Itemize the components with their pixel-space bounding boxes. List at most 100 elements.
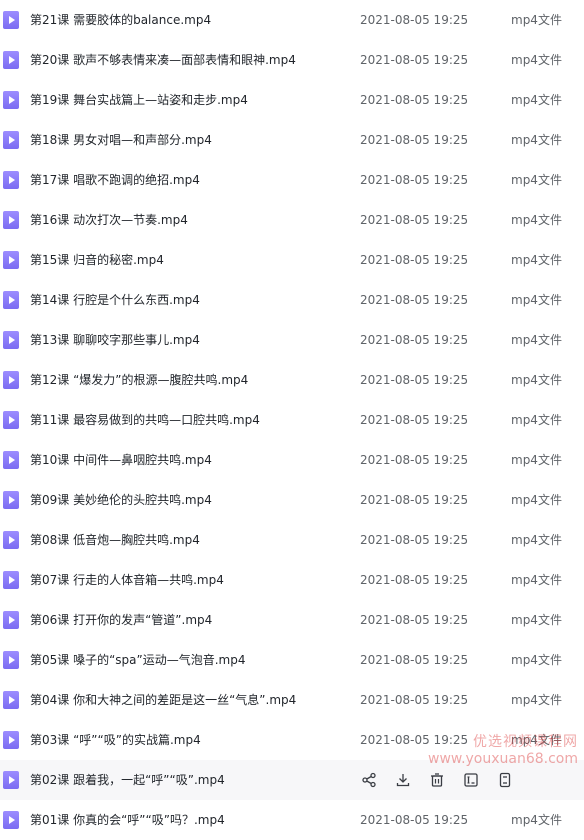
file-modified-date: 2021-08-05 19:25 — [360, 453, 469, 467]
file-type: mp4文件 — [511, 93, 562, 107]
video-file-icon — [3, 11, 19, 29]
file-modified-date: 2021-08-05 19:25 — [360, 653, 469, 667]
file-name[interactable]: 第07课 行走的人体音箱—共鸣.mp4 — [30, 571, 224, 589]
watermark-url: www.youxuan68.com — [428, 751, 579, 767]
file-name[interactable]: 第08课 低音炮—胸腔共鸣.mp4 — [30, 531, 200, 549]
file-row[interactable]: 第20课 歌声不够表情来凑—面部表情和眼神.mp4 2021-08-05 19:2… — [0, 40, 584, 80]
file-type: mp4文件 — [511, 213, 562, 227]
file-row[interactable]: 第10课 中间件—鼻咽腔共鸣.mp4 2021-08-05 19:25 mp4文件 — [0, 440, 584, 480]
file-type: mp4文件 — [511, 653, 562, 667]
file-modified-date: 2021-08-05 19:25 — [360, 693, 469, 707]
file-row[interactable]: 第04课 你和大神之间的差距是这一丝“气息”.mp4 2021-08-05 19:… — [0, 680, 584, 720]
file-name[interactable]: 第14课 行腔是个什么东西.mp4 — [30, 291, 200, 309]
video-file-icon — [3, 611, 19, 629]
file-name[interactable]: 第21课 需要胶体的balance.mp4 — [30, 11, 211, 29]
file-row[interactable]: 第17课 唱歌不跑调的绝招.mp4 2021-08-05 19:25 mp4文件 — [0, 160, 584, 200]
file-name[interactable]: 第01课 你真的会“呼”“吸”吗？.mp4 — [30, 811, 225, 829]
video-file-icon — [3, 651, 19, 669]
file-row[interactable]: 第07课 行走的人体音箱—共鸣.mp4 2021-08-05 19:25 mp4文件 — [0, 560, 584, 600]
file-type: mp4文件 — [511, 253, 562, 267]
file-name[interactable]: 第06课 打开你的发声“管道”.mp4 — [30, 611, 212, 629]
file-name[interactable]: 第13课 聊聊咬字那些事儿.mp4 — [30, 331, 200, 349]
row-actions — [360, 770, 530, 790]
more-icon[interactable] — [496, 771, 514, 789]
file-row[interactable]: 第09课 美妙绝伦的头腔共鸣.mp4 2021-08-05 19:25 mp4文件 — [0, 480, 584, 520]
file-row[interactable]: 第13课 聊聊咬字那些事儿.mp4 2021-08-05 19:25 mp4文件 — [0, 320, 584, 360]
video-file-icon — [3, 451, 19, 469]
file-type: mp4文件 — [511, 573, 562, 587]
file-name[interactable]: 第10课 中间件—鼻咽腔共鸣.mp4 — [30, 451, 212, 469]
file-row[interactable]: 第08课 低音炮—胸腔共鸣.mp4 2021-08-05 19:25 mp4文件 — [0, 520, 584, 560]
file-type: mp4文件 — [511, 333, 562, 347]
video-file-icon — [3, 411, 19, 429]
delete-icon[interactable] — [428, 771, 446, 789]
file-type: mp4文件 — [511, 293, 562, 307]
file-name[interactable]: 第20课 歌声不够表情来凑—面部表情和眼神.mp4 — [30, 51, 296, 69]
video-file-icon — [3, 571, 19, 589]
file-row[interactable]: 第18课 男女对唱—和声部分.mp4 2021-08-05 19:25 mp4文件 — [0, 120, 584, 160]
video-file-icon — [3, 491, 19, 509]
video-file-icon — [3, 731, 19, 749]
file-modified-date: 2021-08-05 19:25 — [360, 293, 469, 307]
file-name[interactable]: 第11课 最容易做到的共鸣—口腔共鸣.mp4 — [30, 411, 260, 429]
video-file-icon — [3, 131, 19, 149]
file-type: mp4文件 — [511, 613, 562, 627]
file-modified-date: 2021-08-05 19:25 — [360, 413, 469, 427]
file-row[interactable]: 第05课 嗓子的“spa”运动—气泡音.mp4 2021-08-05 19:25 m… — [0, 640, 584, 680]
file-row[interactable]: 第11课 最容易做到的共鸣—口腔共鸣.mp4 2021-08-05 19:25 mp… — [0, 400, 584, 440]
file-name[interactable]: 第17课 唱歌不跑调的绝招.mp4 — [30, 171, 200, 189]
file-modified-date: 2021-08-05 19:25 — [360, 13, 469, 27]
file-type: mp4文件 — [511, 533, 562, 547]
file-type: mp4文件 — [511, 13, 562, 27]
file-type: mp4文件 — [511, 693, 562, 707]
file-row[interactable]: 第06课 打开你的发声“管道”.mp4 2021-08-05 19:25 mp4文件 — [0, 600, 584, 640]
file-name[interactable]: 第04课 你和大神之间的差距是这一丝“气息”.mp4 — [30, 691, 296, 709]
share-icon[interactable] — [360, 771, 378, 789]
file-list: 第21课 需要胶体的balance.mp4 2021-08-05 19:25 mp4… — [0, 0, 584, 830]
file-modified-date: 2021-08-05 19:25 — [360, 813, 469, 827]
file-row[interactable]: 第14课 行腔是个什么东西.mp4 2021-08-05 19:25 mp4文件 — [0, 280, 584, 320]
file-name[interactable]: 第12课 “爆发力”的根源—腹腔共鸣.mp4 — [30, 371, 248, 389]
file-row[interactable]: 第01课 你真的会“呼”“吸”吗？.mp4 2021-08-05 19:25 mp4… — [0, 800, 584, 840]
video-file-icon — [3, 91, 19, 109]
file-row[interactable]: 第21课 需要胶体的balance.mp4 2021-08-05 19:25 mp4… — [0, 0, 584, 40]
file-modified-date: 2021-08-05 19:25 — [360, 573, 469, 587]
rename-icon[interactable] — [462, 771, 480, 789]
video-file-icon — [3, 291, 19, 309]
file-type: mp4文件 — [511, 813, 562, 827]
video-file-icon — [3, 251, 19, 269]
file-modified-date: 2021-08-05 19:25 — [360, 253, 469, 267]
file-row[interactable]: 第15课 归音的秘密.mp4 2021-08-05 19:25 mp4文件 — [0, 240, 584, 280]
video-file-icon — [3, 51, 19, 69]
file-name[interactable]: 第15课 归音的秘密.mp4 — [30, 251, 164, 269]
file-name[interactable]: 第05课 嗓子的“spa”运动—气泡音.mp4 — [30, 651, 246, 669]
file-name[interactable]: 第16课 动次打次—节奏.mp4 — [30, 211, 188, 229]
video-file-icon — [3, 331, 19, 349]
file-name[interactable]: 第02课 跟着我，一起“呼”“吸”.mp4 — [30, 771, 225, 789]
file-type: mp4文件 — [511, 453, 562, 467]
file-row[interactable]: 第12课 “爆发力”的根源—腹腔共鸣.mp4 2021-08-05 19:25 mp… — [0, 360, 584, 400]
file-type: mp4文件 — [511, 133, 562, 147]
download-icon[interactable] — [394, 771, 412, 789]
file-name[interactable]: 第09课 美妙绝伦的头腔共鸣.mp4 — [30, 491, 212, 509]
file-type: mp4文件 — [511, 373, 562, 387]
file-type: mp4文件 — [511, 493, 562, 507]
file-type: mp4文件 — [511, 53, 562, 67]
file-name[interactable]: 第18课 男女对唱—和声部分.mp4 — [30, 131, 212, 149]
file-row[interactable]: 第19课 舞台实战篇上—站姿和走步.mp4 2021-08-05 19:25 mp4… — [0, 80, 584, 120]
file-type: mp4文件 — [511, 173, 562, 187]
file-modified-date: 2021-08-05 19:25 — [360, 53, 469, 67]
file-modified-date: 2021-08-05 19:25 — [360, 213, 469, 227]
file-modified-date: 2021-08-05 19:25 — [360, 93, 469, 107]
video-file-icon — [3, 691, 19, 709]
video-file-icon — [3, 811, 19, 829]
file-name[interactable]: 第03课 “呼”“吸”的实战篇.mp4 — [30, 731, 201, 749]
video-file-icon — [3, 371, 19, 389]
file-type: mp4文件 — [511, 413, 562, 427]
video-file-icon — [3, 531, 19, 549]
file-modified-date: 2021-08-05 19:25 — [360, 373, 469, 387]
file-row[interactable]: 第16课 动次打次—节奏.mp4 2021-08-05 19:25 mp4文件 — [0, 200, 584, 240]
file-name[interactable]: 第19课 舞台实战篇上—站姿和走步.mp4 — [30, 91, 248, 109]
file-modified-date: 2021-08-05 19:25 — [360, 493, 469, 507]
watermark-site-name: 优选视频课程网 — [473, 734, 578, 750]
